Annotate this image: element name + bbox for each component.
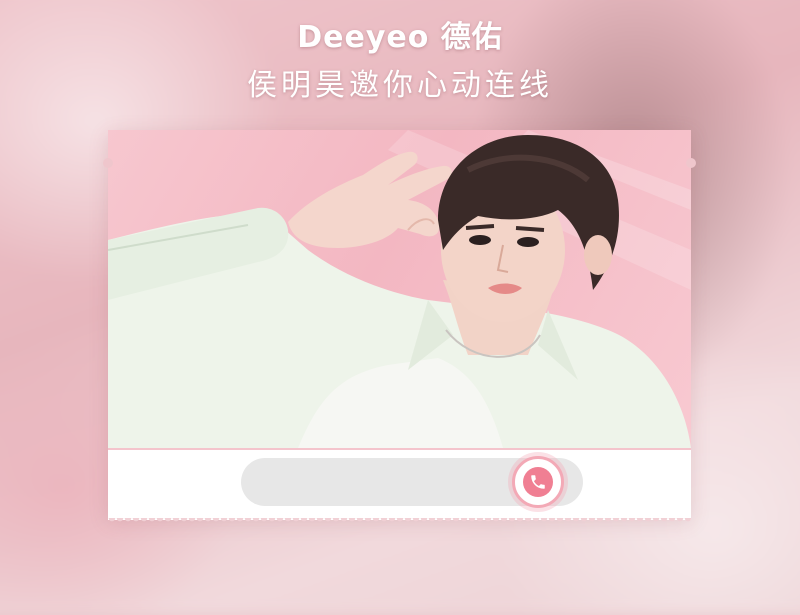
- celebrity-photo: [108, 130, 691, 448]
- invite-headline: 侯明昊邀你心动连线: [247, 68, 553, 103]
- card-notch-right: [686, 158, 696, 168]
- call-card: [103, 130, 696, 524]
- card-scalloped-edge: [108, 518, 691, 524]
- answer-call-button[interactable]: [496, 456, 580, 508]
- answer-bar: [108, 448, 691, 520]
- card-notch-left: [103, 158, 113, 168]
- brand-logo: Deeyeo 德佑: [297, 20, 503, 55]
- phone-icon: [523, 467, 553, 497]
